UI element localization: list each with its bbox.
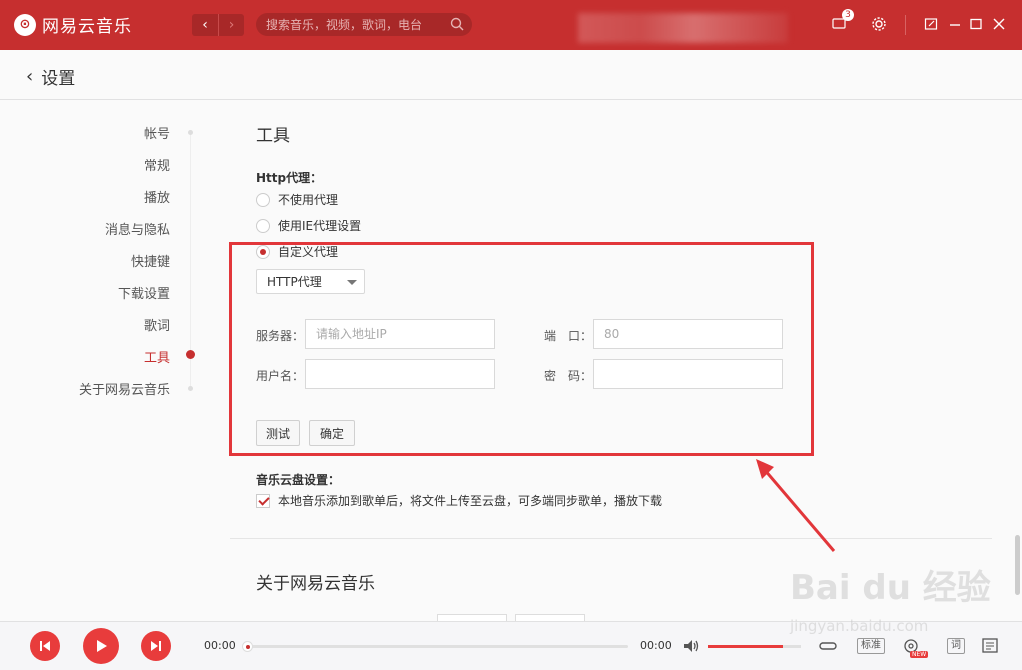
play-icon [97, 640, 107, 652]
password-label: 密 码： [544, 369, 593, 383]
sidebar-item-shortcuts[interactable]: 快捷键 [131, 251, 170, 270]
volume-fill [708, 645, 783, 648]
server-input[interactable] [305, 319, 495, 349]
radio-ie-proxy[interactable]: 使用IE代理设置 [256, 217, 361, 234]
cloud-upload-label: 本地音乐添加到歌单后，将文件上传至云盘，可多端同步歌单，播放下载 [278, 494, 663, 508]
user-profile-blurred[interactable] [578, 13, 788, 43]
playlist-icon[interactable] [982, 637, 1000, 655]
progress-track[interactable] [244, 645, 628, 648]
total-time: 00:00 [640, 639, 672, 652]
close-icon[interactable] [990, 15, 1008, 33]
sidebar-dot [188, 130, 193, 135]
baidu-watermark: Bai du 经验 [790, 568, 991, 608]
search-box [256, 13, 472, 36]
radio-circle[interactable] [256, 218, 270, 233]
radio-label: 不使用代理 [278, 193, 339, 207]
http-proxy-label: Http代理： [256, 171, 323, 185]
sidebar-item-account[interactable]: 帐号 [144, 123, 170, 142]
scrollbar[interactable] [1015, 535, 1020, 595]
sidebar-item-lyrics[interactable]: 歌词 [144, 315, 170, 334]
page-title: 设置 [41, 69, 76, 89]
back-button[interactable]: ‹ 设置 [26, 64, 75, 89]
play-button[interactable] [83, 628, 119, 664]
annotation-arrow-icon [756, 459, 836, 552]
proxy-type-select[interactable]: HTTP代理 [256, 269, 365, 294]
volume-icon[interactable] [683, 637, 701, 655]
cloud-upload-option[interactable]: 本地音乐添加到歌单后，将文件上传至云盘，可多端同步歌单，播放下载 [256, 492, 662, 509]
titlebar-separator [905, 15, 906, 35]
chevron-left-icon: ‹ [26, 66, 34, 87]
username-input[interactable] [305, 359, 495, 389]
settings-sidebar: 帐号 常规 播放 消息与隐私 快捷键 下载设置 歌词 工具 关于网易云音乐 [0, 101, 200, 621]
proxy-type-value: HTTP代理 [267, 275, 322, 289]
test-button[interactable]: 测试 [256, 420, 300, 446]
sidebar-item-about[interactable]: 关于网易云音乐 [79, 379, 170, 398]
password-input[interactable] [593, 359, 783, 389]
radio-circle[interactable] [256, 192, 270, 207]
mini-mode-icon[interactable] [922, 15, 940, 33]
lyrics-button[interactable]: 词 [947, 638, 965, 654]
search-icon[interactable] [450, 17, 464, 31]
sidebar-item-general[interactable]: 常规 [144, 155, 170, 174]
forward-nav-button[interactable]: › [218, 14, 244, 36]
sidebar-dot [188, 386, 193, 391]
app-name: 网易云音乐 [42, 17, 132, 37]
sidebar-item-download[interactable]: 下载设置 [118, 283, 170, 302]
cloud-disk-label: 音乐云盘设置： [256, 473, 341, 487]
radio-label: 使用IE代理设置 [278, 219, 362, 233]
page-header: ‹ 设置 [0, 50, 1022, 100]
dropdown-arrow-icon [347, 280, 357, 285]
title-bar: ⊙ 网易云音乐 ‹ › 3 [0, 0, 1022, 50]
settings-gear-icon[interactable] [870, 15, 888, 33]
server-label: 服务器： [256, 329, 305, 343]
current-time: 00:00 [204, 639, 236, 652]
radio-no-proxy[interactable]: 不使用代理 [256, 191, 338, 208]
section-divider [230, 538, 992, 539]
loop-mode-icon[interactable] [818, 637, 838, 655]
sidebar-item-playback[interactable]: 播放 [144, 187, 170, 206]
about-button-partial[interactable] [437, 614, 507, 621]
tools-section-title: 工具 [256, 126, 290, 146]
search-input[interactable] [266, 17, 446, 32]
previous-track-button[interactable] [30, 631, 60, 661]
history-nav: ‹ › [192, 14, 244, 36]
about-button-partial[interactable] [515, 614, 585, 621]
sidebar-item-tools[interactable]: 工具 [144, 347, 170, 366]
sidebar-item-privacy[interactable]: 消息与隐私 [105, 219, 170, 238]
port-label: 端 口： [544, 329, 593, 343]
minimize-icon[interactable] [946, 15, 964, 33]
next-icon [151, 641, 161, 651]
about-section-title: 关于网易云音乐 [256, 574, 375, 594]
username-label: 用户名： [256, 369, 305, 383]
next-track-button[interactable] [141, 631, 171, 661]
progress-thumb[interactable] [242, 641, 253, 652]
confirm-button[interactable]: 确定 [309, 420, 355, 446]
back-nav-button[interactable]: ‹ [192, 14, 218, 36]
new-badge: NEW [910, 651, 929, 658]
notification-badge: 3 [842, 9, 854, 21]
previous-icon [40, 641, 50, 651]
maximize-icon[interactable] [967, 15, 985, 33]
port-input[interactable] [593, 319, 783, 349]
settings-content: 工具 Http代理： 不使用代理 使用IE代理设置 自定义代理 HTTP代理 服… [200, 101, 1010, 621]
checkbox-checked[interactable] [256, 493, 270, 508]
sidebar-active-dot [186, 350, 195, 359]
baidu-watermark-url: jingyan.baidu.com [790, 617, 929, 635]
app-logo[interactable]: ⊙ 网易云音乐 [14, 12, 132, 37]
netease-logo-icon: ⊙ [14, 13, 36, 36]
quality-button[interactable]: 标准 [857, 638, 885, 654]
